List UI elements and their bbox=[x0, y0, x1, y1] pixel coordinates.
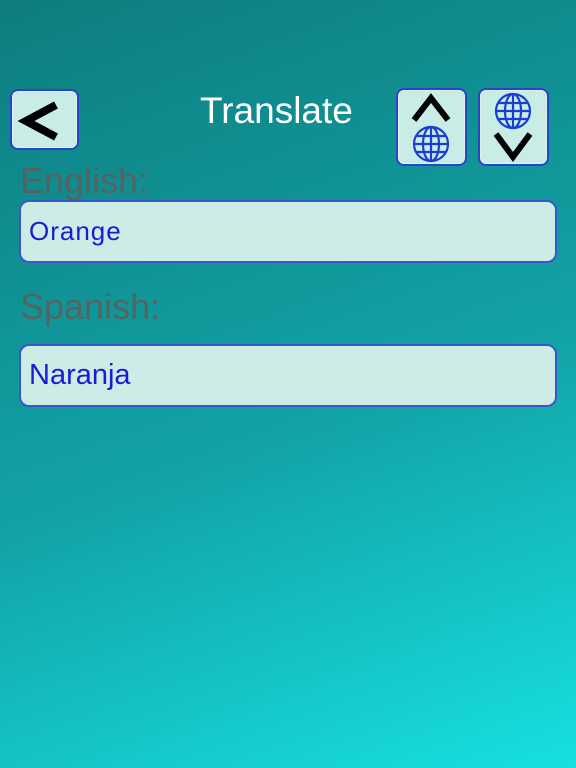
source-language-label: English: bbox=[20, 160, 149, 201]
translate-down-button[interactable] bbox=[478, 88, 549, 166]
target-language-label: Spanish: bbox=[20, 286, 161, 327]
page-title: Translate bbox=[200, 90, 353, 131]
source-text-field[interactable]: Orange bbox=[19, 200, 557, 263]
chevron-up-globe-icon bbox=[411, 93, 451, 163]
back-button[interactable] bbox=[10, 89, 79, 150]
back-chevron-icon bbox=[17, 101, 58, 141]
target-text-field[interactable]: Naranja bbox=[19, 344, 557, 407]
globe-chevron-down-icon bbox=[493, 92, 533, 163]
translate-up-button[interactable] bbox=[396, 88, 467, 166]
